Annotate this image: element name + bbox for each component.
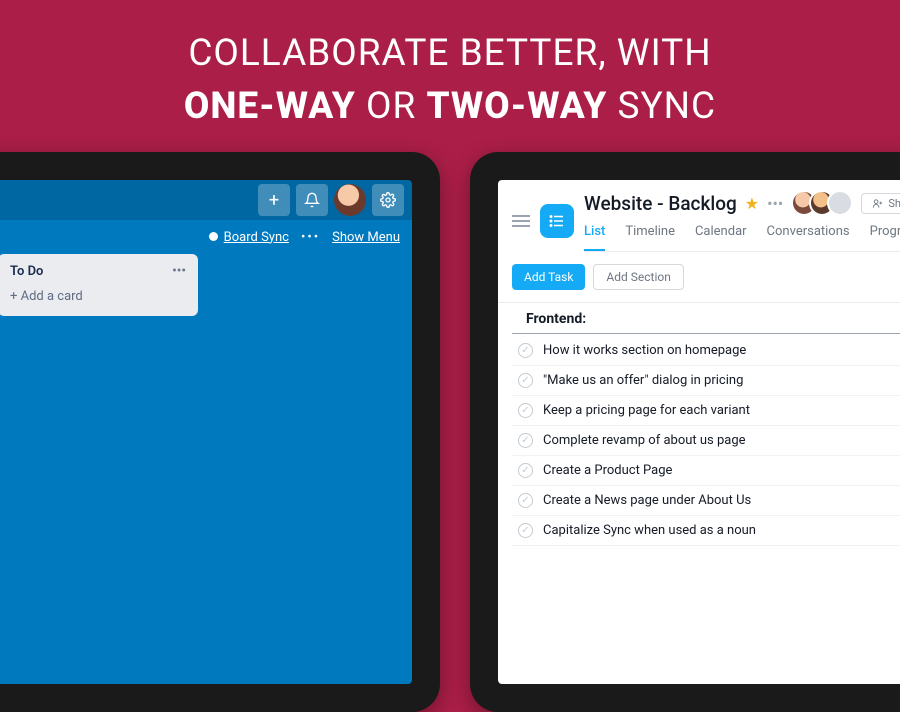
headline-line-2: ONE-WAY OR TWO-WAY SYNC bbox=[0, 85, 900, 128]
marketing-headline: COLLABORATE BETTER, WITH ONE-WAY OR TWO-… bbox=[0, 0, 900, 128]
check-circle-icon[interactable]: ✓ bbox=[518, 373, 533, 388]
bell-icon bbox=[304, 192, 320, 208]
add-card-button[interactable]: + Add a card bbox=[6, 285, 190, 308]
check-circle-icon[interactable]: ✓ bbox=[518, 523, 533, 538]
add-section-button[interactable]: Add Section bbox=[593, 264, 683, 290]
trello-topbar: + bbox=[0, 180, 412, 220]
notifications-button[interactable] bbox=[296, 184, 328, 216]
device-right: Website - Backlog ★ ••• Share List bbox=[470, 152, 900, 712]
member-facepile[interactable] bbox=[791, 190, 853, 216]
list-menu-icon[interactable]: ••• bbox=[172, 264, 186, 279]
person-plus-icon bbox=[872, 198, 883, 209]
list-title: To Do bbox=[10, 264, 43, 279]
user-avatar[interactable] bbox=[334, 184, 366, 216]
asana-toolbar: Add Task Add Section Add bbox=[498, 252, 900, 303]
task-title: Keep a pricing page for each variant bbox=[543, 403, 750, 418]
tab-progress[interactable]: Progress bbox=[870, 224, 900, 251]
trello-list: To Do ••• + Add a card bbox=[0, 254, 198, 316]
settings-button[interactable] bbox=[372, 184, 404, 216]
task-title: Capitalize Sync when used as a noun bbox=[543, 523, 756, 538]
headline-line-1: COLLABORATE BETTER, WITH bbox=[0, 32, 900, 75]
task-title: Complete revamp of about us page bbox=[543, 433, 746, 448]
trello-subbar: Board Sync ••• Show Menu bbox=[0, 220, 412, 254]
task-row[interactable]: ✓ Create a News page under About Us bbox=[512, 486, 900, 516]
plus-icon: + bbox=[269, 190, 279, 211]
headline-bold-1: ONE-WAY bbox=[184, 85, 356, 128]
section-header[interactable]: Frontend: bbox=[512, 303, 900, 334]
task-row[interactable]: ✓ Keep a pricing page for each variant bbox=[512, 396, 900, 426]
task-row[interactable]: ✓ Create a Product Page bbox=[512, 456, 900, 486]
tab-list[interactable]: List bbox=[584, 224, 605, 251]
show-menu-link[interactable]: Show Menu bbox=[332, 230, 400, 245]
tab-conversations[interactable]: Conversations bbox=[767, 224, 850, 251]
avatar bbox=[827, 190, 853, 216]
share-label: Share bbox=[888, 197, 900, 210]
status-dot-icon bbox=[209, 232, 218, 241]
board-sync-label: Board Sync bbox=[224, 230, 289, 245]
asana-header: Website - Backlog ★ ••• Share List bbox=[498, 180, 900, 252]
list-icon bbox=[548, 212, 566, 230]
share-button[interactable]: Share bbox=[861, 193, 900, 214]
board-sync-link[interactable]: Board Sync bbox=[209, 230, 289, 245]
task-row[interactable]: ✓ Capitalize Sync when used as a noun bbox=[512, 516, 900, 546]
trello-board: ed terminology n 12 filters 2 ther card … bbox=[0, 254, 412, 432]
project-title: Website - Backlog bbox=[584, 192, 737, 215]
task-title: Create a Product Page bbox=[543, 463, 672, 478]
trello-screen: + Board Sync ••• Show Menu ed terminolog… bbox=[0, 180, 412, 684]
task-row[interactable]: ✓ How it works section on homepage bbox=[512, 336, 900, 366]
check-circle-icon[interactable]: ✓ bbox=[518, 493, 533, 508]
device-left: + Board Sync ••• Show Menu ed terminolog… bbox=[0, 152, 440, 712]
headline-tail: SYNC bbox=[607, 85, 716, 128]
task-row[interactable]: ✓ "Make us an offer" dialog in pricing bbox=[512, 366, 900, 396]
task-title: "Make us an offer" dialog in pricing bbox=[543, 373, 743, 388]
add-button[interactable]: + bbox=[258, 184, 290, 216]
tab-timeline[interactable]: Timeline bbox=[625, 224, 675, 251]
headline-bold-2: TWO-WAY bbox=[426, 85, 607, 128]
check-circle-icon[interactable]: ✓ bbox=[518, 343, 533, 358]
check-circle-icon[interactable]: ✓ bbox=[518, 403, 533, 418]
tab-calendar[interactable]: Calendar bbox=[695, 224, 747, 251]
check-circle-icon[interactable]: ✓ bbox=[518, 433, 533, 448]
task-title: How it works section on homepage bbox=[543, 343, 746, 358]
add-task-button[interactable]: Add Task bbox=[512, 264, 585, 290]
task-row[interactable]: ✓ Complete revamp of about us page bbox=[512, 426, 900, 456]
task-title: Create a News page under About Us bbox=[543, 493, 751, 508]
check-circle-icon[interactable]: ✓ bbox=[518, 463, 533, 478]
subbar-more-icon[interactable]: ••• bbox=[301, 230, 320, 245]
hamburger-icon bbox=[512, 215, 530, 217]
favorite-star-icon[interactable]: ★ bbox=[745, 194, 759, 213]
hamburger-menu[interactable] bbox=[512, 215, 530, 227]
headline-mid: OR bbox=[356, 85, 427, 128]
project-tabs: List Timeline Calendar Conversations Pro… bbox=[584, 216, 900, 252]
gear-icon bbox=[380, 192, 396, 208]
task-list: ✓ How it works section on homepage ✓ "Ma… bbox=[498, 336, 900, 546]
asana-screen: Website - Backlog ★ ••• Share List bbox=[498, 180, 900, 684]
project-icon[interactable] bbox=[540, 204, 574, 238]
project-more-icon[interactable]: ••• bbox=[767, 194, 783, 213]
